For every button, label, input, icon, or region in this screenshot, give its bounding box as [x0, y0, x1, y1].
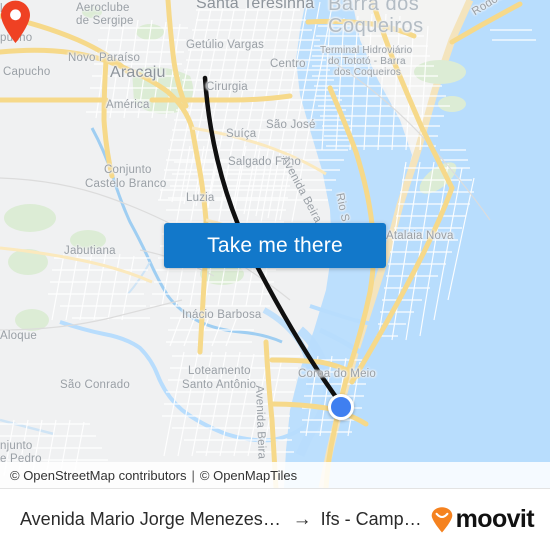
- moovit-pin-smiley-icon: [431, 506, 452, 532]
- map-canvas[interactable]: Santa TeresinhaAeroclubede SergipelariaB…: [0, 0, 550, 488]
- route-destination-label: Ifs - Campus ...: [320, 509, 431, 529]
- map-attribution: © OpenStreetMap contributors | © OpenMap…: [0, 462, 550, 488]
- openmaptiles-attribution-link[interactable]: © OpenMapTiles: [200, 468, 297, 483]
- destination-location-dot-icon[interactable]: [328, 394, 354, 420]
- route-footer-bar: Avenida Mario Jorge Menezes Viêi... → If…: [0, 488, 550, 550]
- moovit-route-screenshot: Santa TeresinhaAeroclubede SergipelariaB…: [0, 0, 550, 550]
- origin-map-pin-icon[interactable]: [0, 0, 31, 44]
- attribution-separator: |: [191, 467, 195, 483]
- moovit-logo[interactable]: moovit: [431, 505, 535, 534]
- route-origin-label: Avenida Mario Jorge Menezes Viêi...: [20, 509, 284, 529]
- moovit-wordmark: moovit: [455, 505, 535, 533]
- arrow-right-icon: →: [292, 508, 312, 530]
- osm-attribution-link[interactable]: © OpenStreetMap contributors: [10, 468, 187, 483]
- take-me-there-button[interactable]: Take me there: [164, 223, 386, 268]
- route-summary: Avenida Mario Jorge Menezes Viêi... → If…: [20, 509, 431, 531]
